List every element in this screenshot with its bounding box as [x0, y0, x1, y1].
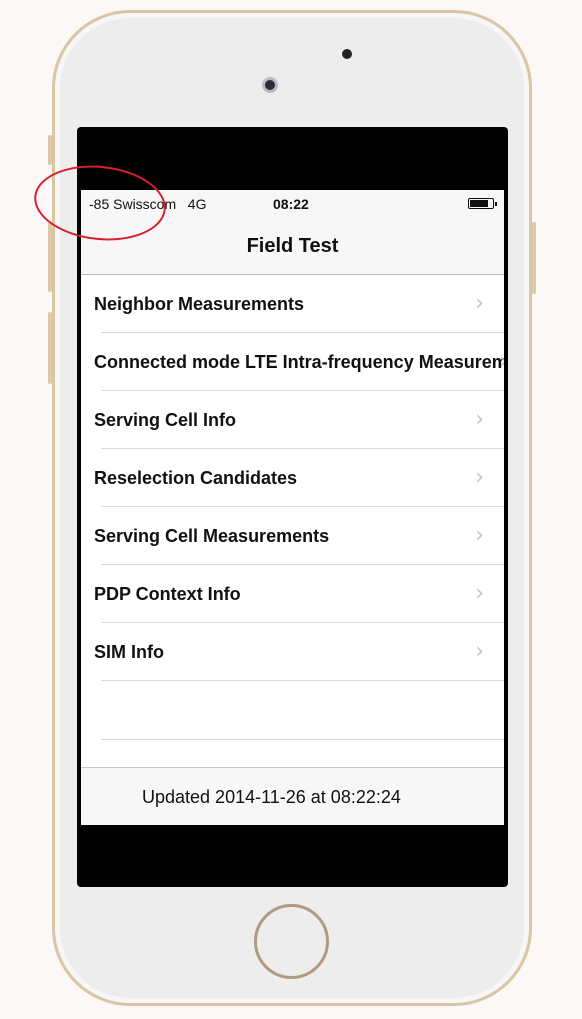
list-item[interactable]: Neighbor Measurements ›: [81, 275, 504, 333]
list-item-label: Reselection Candidates: [94, 468, 298, 488]
list-item[interactable]: Reselection Candidates ›: [81, 449, 504, 507]
list-item[interactable]: Connected mode LTE Intra-frequency Measu…: [81, 333, 504, 391]
list-item[interactable]: Serving Cell Measurements ›: [81, 507, 504, 565]
updated-timestamp: Updated 2014-11-26 at 08:22:24: [142, 787, 401, 807]
proximity-sensor: [342, 49, 352, 59]
list-item-label: Neighbor Measurements: [94, 294, 305, 314]
list-item-label: PDP Context Info: [94, 584, 241, 604]
clock: 08:22: [273, 196, 309, 212]
list-item[interactable]: SIM Info ›: [81, 623, 504, 681]
volume-down-button: [48, 312, 52, 384]
list-item[interactable]: Serving Cell Info ›: [81, 391, 504, 449]
list-item-label: Serving Cell Info: [94, 410, 237, 430]
toolbar: Updated 2014-11-26 at 08:22:24: [81, 767, 504, 825]
volume-up-button: [48, 222, 52, 292]
chevron-right-icon: ›: [475, 465, 484, 490]
list-item-label: Serving Cell Measurements: [94, 526, 330, 546]
chevron-right-icon: ›: [475, 407, 484, 432]
power-button: [532, 222, 536, 294]
list-item[interactable]: PDP Context Info ›: [81, 565, 504, 623]
battery-icon: [468, 198, 497, 209]
chevron-right-icon: ›: [475, 291, 484, 316]
list-item-label: Connected mode LTE Intra-frequency Measu…: [94, 352, 504, 372]
home-button[interactable]: [254, 904, 329, 979]
menu-list: Neighbor Measurements › Connected mode LTE…: [81, 275, 504, 681]
list-item-label: SIM Info: [94, 642, 164, 662]
chevron-right-icon: ›: [475, 523, 484, 548]
chevron-right-icon: ›: [475, 581, 484, 606]
chevron-right-icon: ›: [499, 333, 504, 391]
chevron-right-icon: ›: [475, 639, 484, 664]
page-title: Field Test: [246, 235, 339, 257]
front-camera: [262, 77, 278, 93]
mute-switch: [48, 135, 52, 165]
empty-row: [81, 682, 504, 740]
app-content: -85 Swisscom 4G 08:22 Field Test Neighbo…: [81, 190, 504, 825]
battery-fill: [470, 200, 488, 207]
